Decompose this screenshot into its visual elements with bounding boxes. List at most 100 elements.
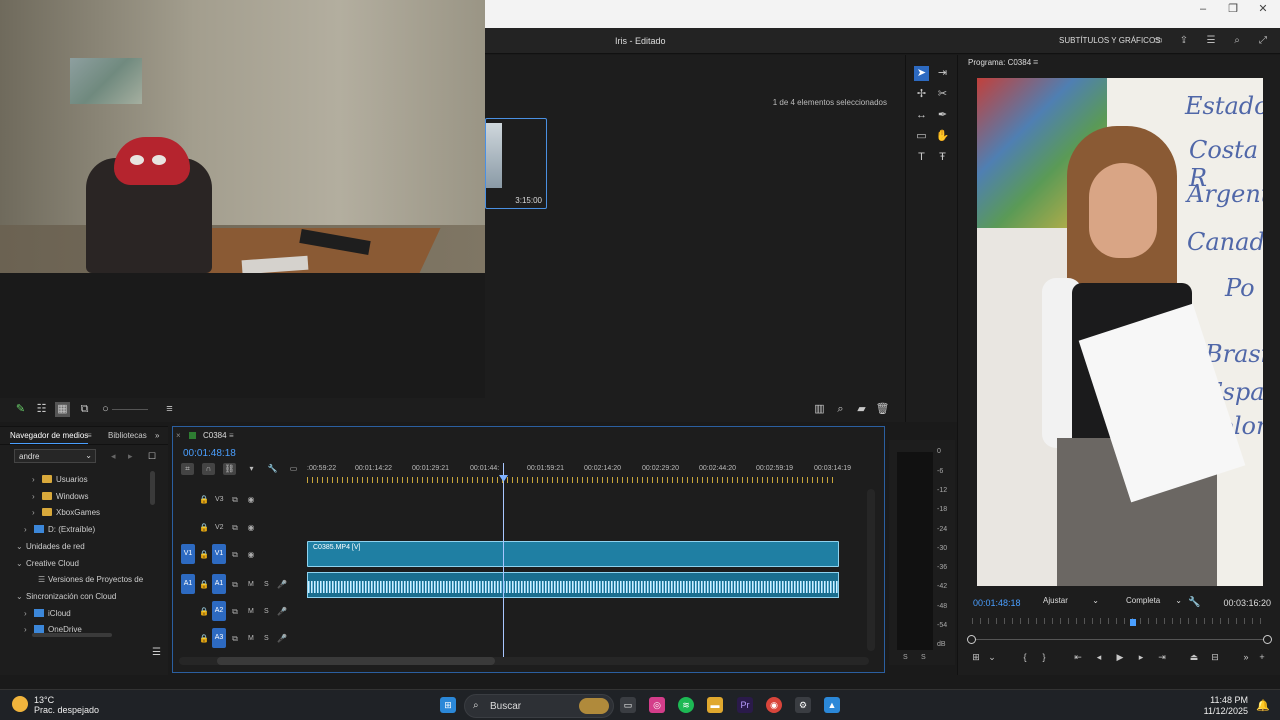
mute-button[interactable]: M — [248, 581, 254, 588]
lock-icon[interactable]: 🔒 — [199, 580, 209, 590]
sync-lock-icon[interactable]: ⧉ — [230, 607, 240, 617]
sync-lock-icon[interactable]: ⧉ — [230, 550, 240, 560]
track-target-a2[interactable]: A2 — [212, 601, 226, 621]
taskbar-search[interactable]: ⌕ Buscar — [464, 694, 614, 718]
quality-dropdown[interactable]: Completa ⌄ — [1126, 596, 1184, 609]
chevron-down-icon[interactable]: ⌄ — [986, 651, 998, 663]
back-icon[interactable]: ◂ — [111, 451, 116, 462]
hscroll-thumb[interactable] — [217, 657, 495, 665]
project-item-thumbnail[interactable]: 3:15:00 — [485, 118, 547, 209]
sync-lock-icon[interactable]: ⧉ — [230, 634, 240, 644]
program-timecode[interactable]: 00:01:48:18 — [973, 598, 1021, 608]
playhead[interactable] — [503, 463, 504, 663]
solo-button[interactable]: S — [264, 608, 269, 615]
media-browser-search[interactable]: andre ⌄ — [14, 449, 96, 463]
mark-in-icon[interactable]: { — [1019, 651, 1031, 663]
eye-icon[interactable]: ◉ — [246, 523, 256, 533]
spotify-icon[interactable]: ≋ — [678, 697, 694, 713]
audio-clip[interactable] — [307, 572, 839, 598]
fit-dropdown[interactable]: Ajustar ⌄ — [1043, 596, 1101, 609]
weather-icon[interactable] — [12, 696, 28, 712]
hand-icon[interactable]: ✋ — [935, 129, 950, 144]
sync-lock-icon[interactable]: ⧉ — [230, 495, 240, 505]
eye-icon[interactable]: ◉ — [246, 495, 256, 505]
trash-icon[interactable]: 🗑 — [875, 402, 890, 417]
windows-start-icon[interactable]: ⊞ — [440, 697, 456, 713]
razor-icon[interactable]: ✂ — [935, 87, 950, 102]
step-forward-icon[interactable]: ▸ — [1135, 651, 1147, 663]
steam-icon[interactable]: ⚙ — [795, 697, 811, 713]
chrome-icon[interactable]: ◉ — [766, 697, 782, 713]
sort-icon[interactable]: ≡ — [162, 402, 177, 417]
lift-icon[interactable]: ⏏ — [1188, 651, 1200, 663]
close-tab-icon[interactable]: × — [176, 431, 181, 440]
tree-item[interactable]: › XboxGames — [32, 508, 100, 522]
solo-button[interactable]: S — [264, 581, 269, 588]
new-bin-icon[interactable]: ▰ — [854, 402, 869, 417]
mute-button[interactable]: M — [248, 608, 254, 615]
wrench-icon[interactable]: 🔧 — [1188, 597, 1200, 608]
eye-icon[interactable]: ◉ — [246, 550, 256, 560]
timeline-ruler[interactable]: :00:59:22 00:01:14:22 00:01:29:21 00:01:… — [307, 463, 867, 483]
automate-icon[interactable]: ▥ — [812, 402, 827, 417]
marker-icon[interactable]: ⊞ — [970, 651, 982, 663]
more-tabs-icon[interactable]: » — [155, 431, 159, 440]
meter-solo-button[interactable]: S — [921, 654, 926, 661]
nest-icon[interactable]: ⌗ — [181, 463, 194, 475]
meter-solo-button[interactable]: S — [903, 654, 908, 661]
tab-media-browser[interactable]: Navegador de medios — [10, 431, 89, 444]
rectangle-icon[interactable]: ▭ — [914, 129, 929, 144]
microphone-icon[interactable]: 🎤 — [277, 607, 287, 617]
ripple-edit-icon[interactable]: ✢ — [914, 87, 929, 102]
lock-icon[interactable]: 🔒 — [199, 523, 209, 533]
tree-item[interactable]: › iCloud — [24, 609, 71, 623]
weather-widget[interactable]: 13°C Prac. despejado — [34, 695, 99, 715]
selection-tool-icon[interactable]: ➤ — [914, 66, 929, 81]
zoom-slider-icon[interactable]: ○ — [98, 402, 113, 417]
scroll-handle-left[interactable] — [967, 635, 976, 644]
list-view-icon[interactable]: ☷ — [34, 402, 49, 417]
track-target-a3[interactable]: A3 — [212, 628, 226, 648]
microphone-icon[interactable]: 🎤 — [277, 634, 287, 644]
tree-item[interactable]: › Windows — [32, 492, 88, 506]
icon-view-icon[interactable]: ▦ — [55, 402, 70, 417]
photos-icon[interactable]: ▲ — [824, 697, 840, 713]
scroll-handle-right[interactable] — [1263, 635, 1272, 644]
mute-button[interactable]: M — [248, 635, 254, 642]
instagram-icon[interactable]: ◎ — [649, 697, 665, 713]
panel-menu-icon[interactable]: ≡ — [229, 431, 234, 440]
forward-icon[interactable]: ▸ — [128, 451, 133, 462]
tree-item[interactable]: › Usuarios — [32, 475, 88, 489]
premiere-pro-icon[interactable]: Pr — [737, 697, 753, 713]
tree-item[interactable]: ⌄ Unidades de red — [16, 542, 85, 556]
list-icon[interactable]: ☰ — [152, 647, 161, 658]
tab-libraries[interactable]: Bibliotecas — [108, 431, 147, 440]
tree-item[interactable]: › D: (Extraíble) — [24, 525, 95, 539]
track-select-icon[interactable]: ⇥ — [935, 66, 950, 81]
find-icon[interactable]: ⌕ — [833, 402, 848, 417]
settings-wrench-icon[interactable]: 🔧 — [266, 463, 279, 475]
search-icon[interactable]: ⌕ — [1231, 35, 1243, 46]
linked-selection-icon[interactable]: ⛓ — [223, 463, 236, 475]
add-marker-icon[interactable]: ▾ — [245, 463, 258, 475]
pen-icon[interactable]: ✒ — [935, 108, 950, 123]
tree-hscroll[interactable] — [32, 633, 112, 637]
play-icon[interactable]: ▶ — [1114, 651, 1126, 663]
tab-menu-icon[interactable]: ≡ — [87, 431, 92, 440]
video-clip[interactable]: C0385.MP4 [V] — [307, 541, 839, 567]
lock-icon[interactable]: 🔒 — [199, 550, 209, 560]
lock-icon[interactable]: 🔒 — [199, 495, 209, 505]
panel-icon[interactable]: ▭ — [1152, 35, 1164, 46]
checkbox-icon[interactable]: ☐ — [148, 451, 156, 462]
sync-lock-icon[interactable]: ⧉ — [230, 580, 240, 590]
snap-icon[interactable]: ∩ — [202, 463, 215, 475]
source-patch-v1[interactable]: V1 — [181, 544, 195, 564]
timeline-vscroll[interactable] — [867, 489, 875, 651]
track-target-v1[interactable]: V1 — [212, 544, 226, 564]
go-to-in-icon[interactable]: ⇤ — [1072, 651, 1084, 663]
minimize-icon[interactable]: – — [1189, 2, 1217, 16]
step-back-icon[interactable]: ◂ — [1093, 651, 1105, 663]
tree-item[interactable]: ☰ Versiones de Proyectos de — [38, 575, 143, 589]
sequence-tab[interactable]: C0384 — [203, 431, 227, 440]
panel-menu-icon[interactable]: ≡ — [1033, 57, 1038, 67]
